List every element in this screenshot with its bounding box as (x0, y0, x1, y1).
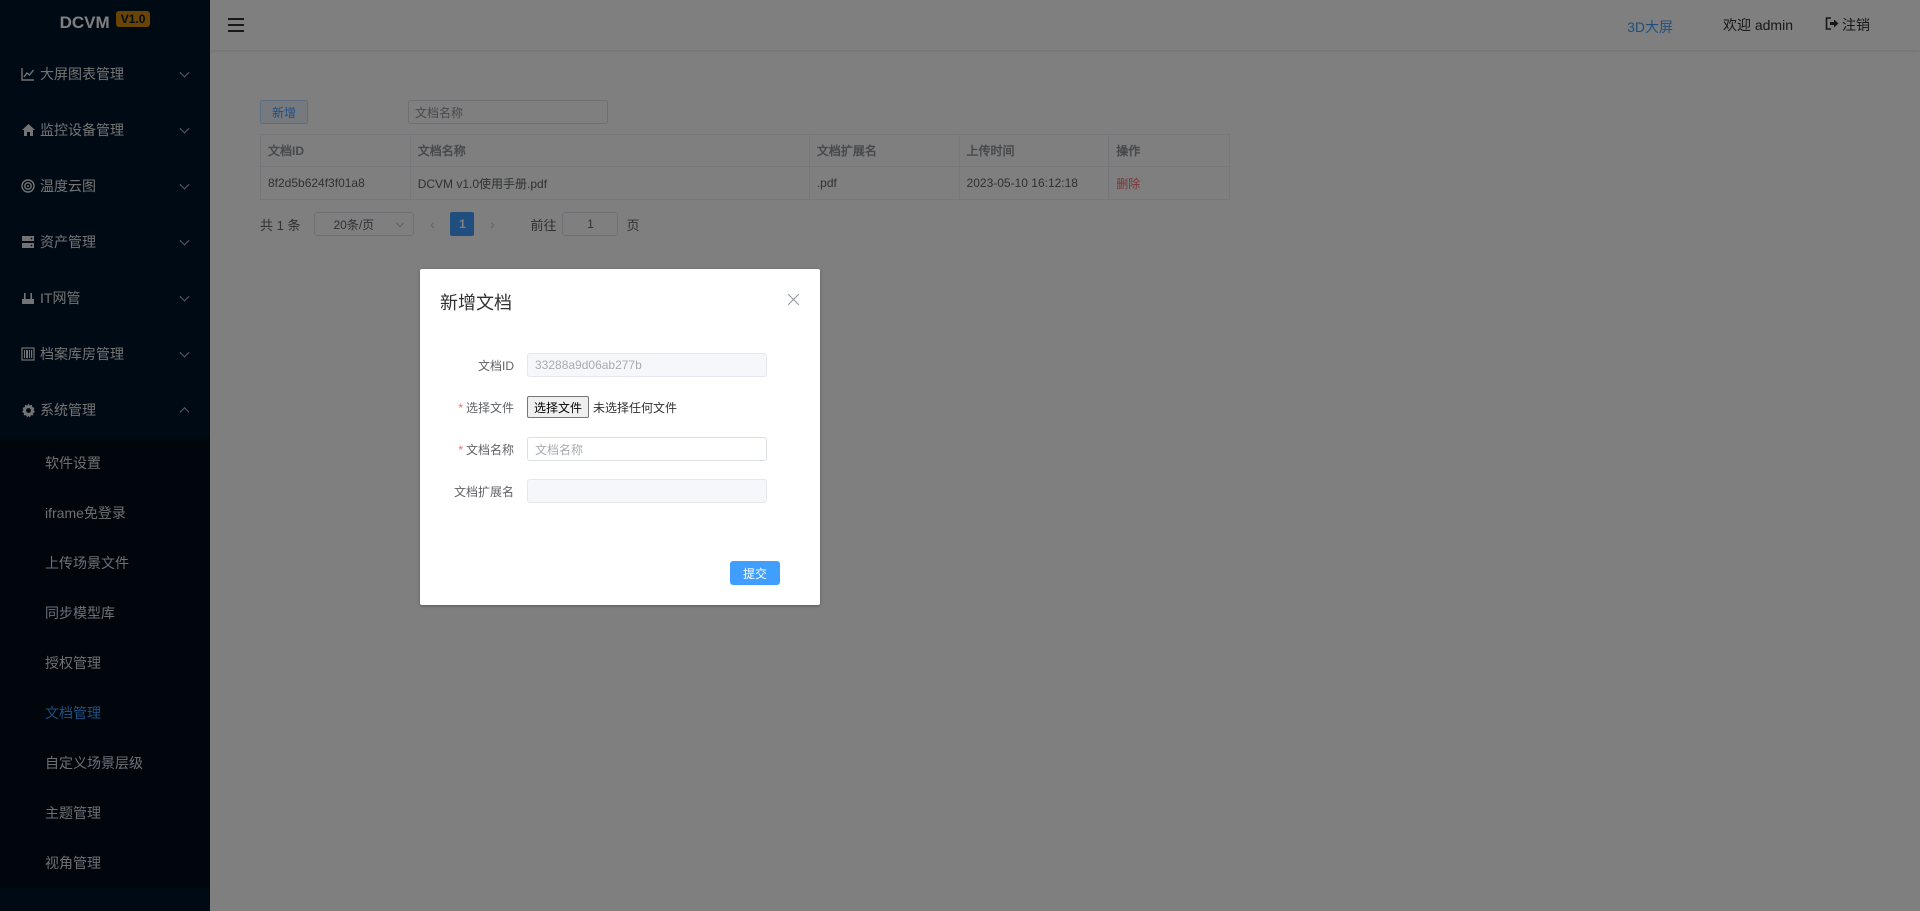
submit-button[interactable]: 提交 (729, 561, 780, 585)
modal-overlay[interactable] (0, 0, 1920, 911)
form-row-file: * 选择文件 选择文件 未选择任何文件 (420, 395, 820, 419)
close-icon[interactable] (788, 293, 800, 305)
doc-id-label: 文档ID (477, 358, 514, 373)
file-status-text: 未选择任何文件 (593, 400, 678, 415)
doc-name-label: * 文档名称 (458, 442, 514, 457)
doc-ext-input (527, 479, 767, 503)
form-row-name: * 文档名称 文档名称 (420, 437, 820, 461)
doc-name-input[interactable]: 文档名称 (527, 437, 767, 461)
doc-id-input: 33288a9d06ab277b (527, 353, 767, 377)
file-label: * 选择文件 (458, 400, 514, 415)
form-row-doc-id: 文档ID 33288a9d06ab277b (420, 353, 820, 377)
form-row-ext: 文档扩展名 (420, 479, 820, 503)
choose-file-button[interactable]: 选择文件 (527, 396, 590, 418)
dialog-title: 新增文档 (440, 293, 512, 313)
doc-ext-label: 文档扩展名 (453, 484, 514, 499)
add-document-dialog: 新增文档 文档ID 33288a9d06ab277b * 选择文件 选择文件 未选… (420, 269, 820, 605)
